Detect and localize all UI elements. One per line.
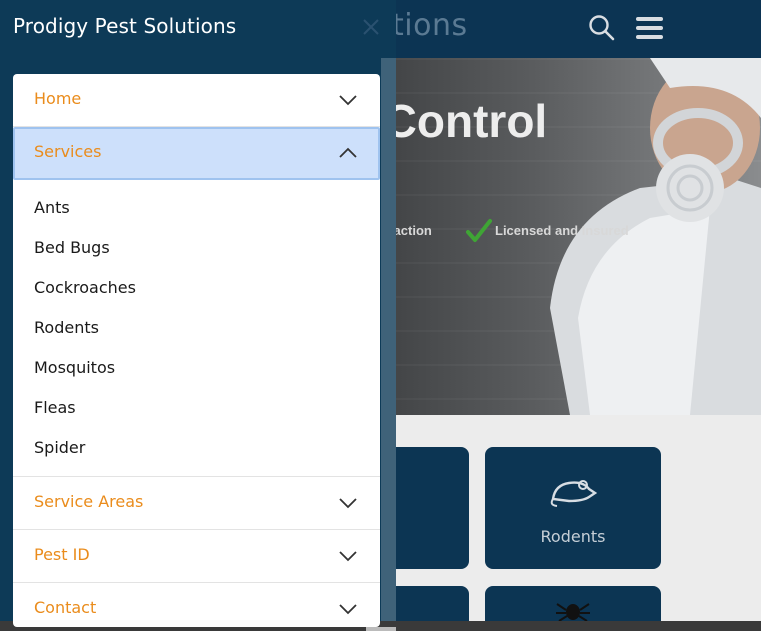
nav-item-label: Contact: [34, 598, 97, 617]
search-icon[interactable]: [588, 14, 616, 42]
submenu-item-mosquitos[interactable]: Mosquitos: [34, 358, 115, 377]
hero-badge-licensed: Licensed and Insured: [495, 223, 629, 238]
nav-menu: Home Services Ants Bed Bugs Cockroaches …: [13, 74, 380, 627]
close-icon[interactable]: [360, 16, 382, 38]
rodent-icon: [550, 480, 597, 507]
site-logo-text[interactable]: tions: [392, 8, 468, 43]
nav-item-services[interactable]: Services: [13, 127, 380, 180]
scrollbar-thumb[interactable]: [366, 627, 396, 631]
chevron-down-icon[interactable]: [338, 602, 358, 616]
hamburger-menu-icon[interactable]: [636, 16, 664, 40]
nav-item-label: Service Areas: [34, 492, 144, 511]
submenu-item-rodents[interactable]: Rodents: [34, 318, 99, 337]
submenu-item-spider[interactable]: Spider: [34, 438, 85, 457]
nav-item-label: Services: [34, 142, 102, 161]
nav-item-contact[interactable]: Contact: [13, 583, 380, 627]
drawer-scrollbar[interactable]: [381, 58, 396, 621]
nav-item-pest-id[interactable]: Pest ID: [13, 530, 380, 583]
chevron-down-icon[interactable]: [338, 549, 358, 563]
service-card-rodents[interactable]: Rodents: [485, 447, 661, 569]
drawer-title: Prodigy Pest Solutions: [13, 14, 237, 38]
checkmark-icon: [466, 219, 492, 242]
chevron-down-icon[interactable]: [338, 93, 358, 107]
nav-item-home[interactable]: Home: [13, 74, 380, 127]
nav-item-service-areas[interactable]: Service Areas: [13, 477, 380, 530]
chevron-down-icon[interactable]: [338, 496, 358, 510]
nav-item-label: Pest ID: [34, 545, 90, 564]
submenu-item-ants[interactable]: Ants: [34, 198, 70, 217]
nav-item-label: Home: [34, 89, 82, 108]
submenu-item-fleas[interactable]: Fleas: [34, 398, 76, 417]
submenu-item-cockroaches[interactable]: Cockroaches: [34, 278, 136, 297]
chevron-up-icon[interactable]: [338, 146, 358, 160]
spider-icon: [556, 603, 590, 622]
submenu-item-bed-bugs[interactable]: Bed Bugs: [34, 238, 110, 257]
mobile-nav-drawer: Prodigy Pest Solutions Home Services Ant…: [0, 0, 396, 627]
